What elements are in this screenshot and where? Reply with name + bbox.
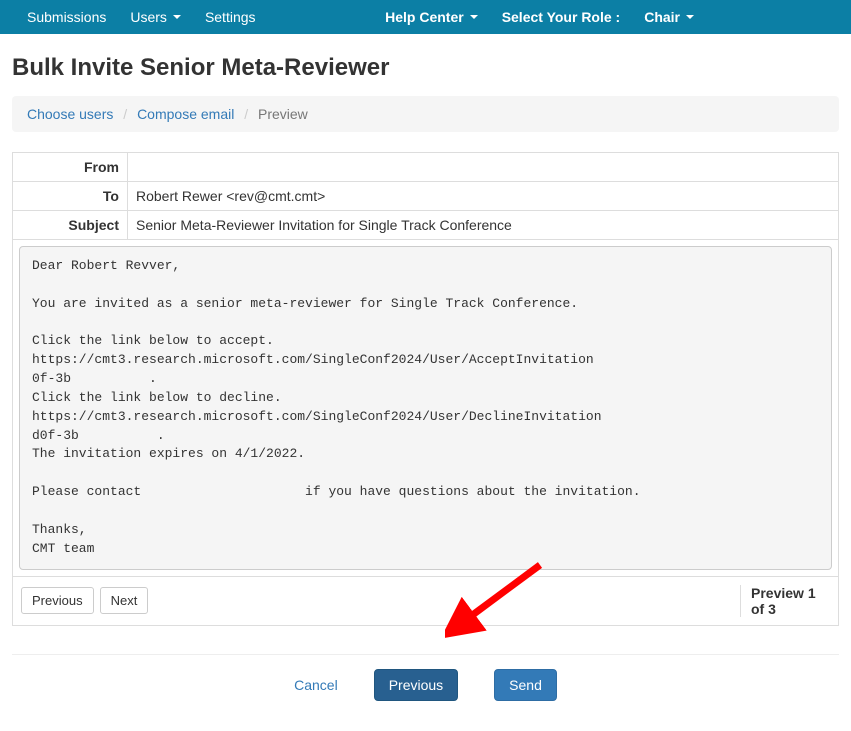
- to-value: Robert Rewer <rev@cmt.cmt>: [128, 182, 839, 211]
- page-title: Bulk Invite Senior Meta-Reviewer: [12, 54, 839, 82]
- preview-previous-button[interactable]: Previous: [21, 587, 94, 614]
- email-body-preview: Dear Robert Revver, You are invited as a…: [19, 246, 832, 570]
- top-navbar: Submissions Users Settings Help Center S…: [0, 0, 851, 34]
- caret-down-icon: [686, 15, 694, 19]
- nav-settings[interactable]: Settings: [193, 1, 268, 33]
- subject-label: Subject: [13, 211, 128, 240]
- breadcrumb-compose-email[interactable]: Compose email: [137, 106, 234, 122]
- preview-count: Preview 1 of 3: [740, 585, 830, 617]
- breadcrumb-choose-users[interactable]: Choose users: [27, 106, 113, 122]
- footer-previous-button[interactable]: Previous: [374, 669, 458, 701]
- nav-select-role-label: Select Your Role :: [490, 1, 633, 33]
- nav-submissions[interactable]: Submissions: [15, 1, 118, 33]
- breadcrumb-separator: /: [117, 106, 133, 122]
- send-button[interactable]: Send: [494, 669, 557, 701]
- breadcrumb: Choose users / Compose email / Preview: [12, 96, 839, 132]
- to-label: To: [13, 182, 128, 211]
- breadcrumb-preview: Preview: [258, 106, 308, 122]
- nav-role-chair-label: Chair: [644, 9, 680, 25]
- breadcrumb-separator: /: [238, 106, 254, 122]
- email-header-table: From To Robert Rewer <rev@cmt.cmt> Subje…: [12, 152, 839, 240]
- subject-value: Senior Meta-Reviewer Invitation for Sing…: [128, 211, 839, 240]
- preview-nav-row: Previous Next Preview 1 of 3: [12, 577, 839, 626]
- preview-next-button[interactable]: Next: [100, 587, 149, 614]
- cancel-button[interactable]: Cancel: [294, 677, 338, 693]
- nav-role-chair[interactable]: Chair: [632, 1, 706, 33]
- nav-help-center[interactable]: Help Center: [373, 1, 490, 33]
- footer-actions: Cancel Previous Send: [12, 654, 839, 701]
- caret-down-icon: [470, 15, 478, 19]
- nav-users-label: Users: [130, 9, 167, 25]
- from-label: From: [13, 153, 128, 182]
- nav-users[interactable]: Users: [118, 1, 193, 33]
- nav-help-center-label: Help Center: [385, 9, 464, 25]
- caret-down-icon: [173, 15, 181, 19]
